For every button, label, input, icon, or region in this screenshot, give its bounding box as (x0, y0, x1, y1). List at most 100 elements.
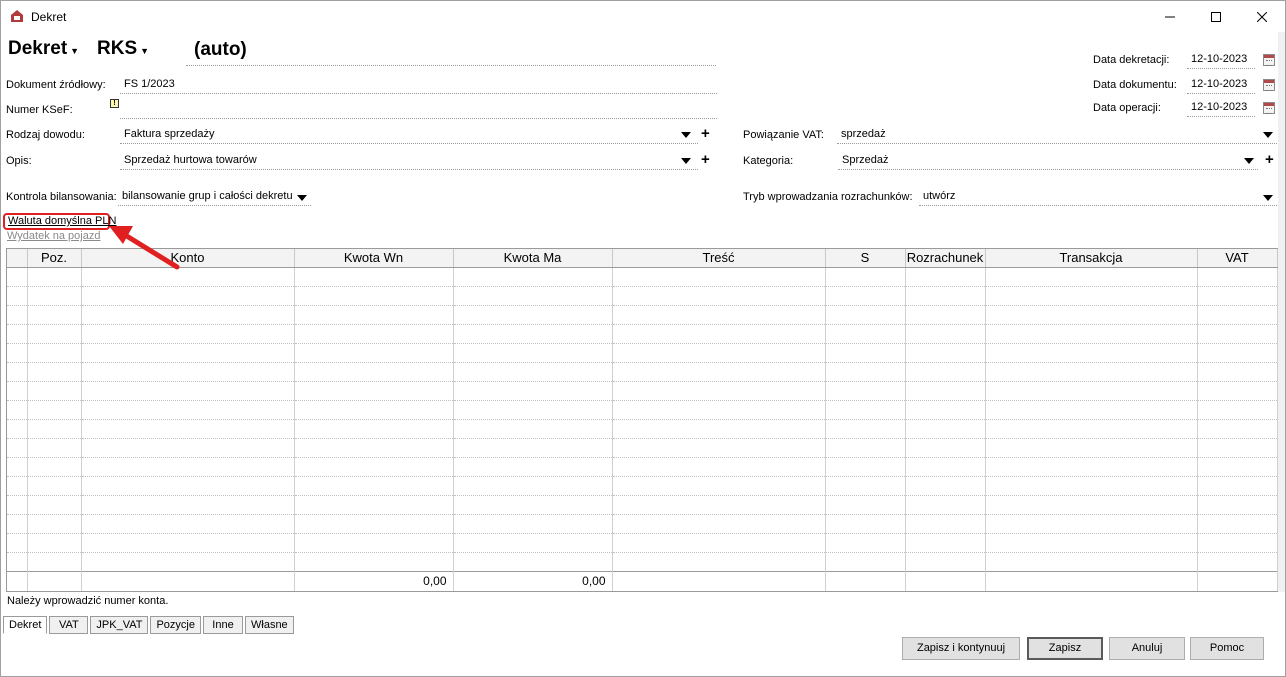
grid-cell[interactable] (453, 514, 613, 534)
grid-cell[interactable] (294, 419, 454, 439)
grid-cell[interactable] (905, 362, 986, 382)
save-button[interactable]: Zapisz (1027, 637, 1103, 660)
grid-cell[interactable] (985, 381, 1198, 401)
grid-cell[interactable] (612, 457, 826, 477)
grid-cell[interactable] (294, 552, 454, 572)
grid-cell[interactable] (81, 362, 295, 382)
grid-cell[interactable] (81, 286, 295, 306)
grid-cell[interactable] (7, 495, 28, 515)
grid-cell[interactable] (825, 457, 906, 477)
table-row[interactable] (7, 476, 1278, 496)
grid-cell[interactable] (612, 400, 826, 420)
table-row[interactable] (7, 362, 1278, 382)
grid-cell[interactable] (612, 552, 826, 572)
table-row[interactable] (7, 438, 1278, 458)
cancel-button[interactable]: Anuluj (1109, 637, 1185, 660)
grid-cell[interactable] (905, 419, 986, 439)
table-row[interactable] (7, 457, 1278, 477)
table-row[interactable] (7, 552, 1278, 572)
grid-cell[interactable] (905, 267, 986, 287)
grid-cell[interactable] (612, 267, 826, 287)
rodzaj-dowodu-select[interactable]: Faktura sprzedaży (120, 126, 698, 144)
tab-inne[interactable]: Inne (203, 616, 243, 634)
grid-cell[interactable] (1197, 381, 1278, 401)
grid-cell[interactable] (7, 457, 28, 477)
grid-cell[interactable] (81, 267, 295, 287)
grid-cell[interactable] (825, 533, 906, 553)
add-opis-icon[interactable]: + (701, 152, 710, 167)
grid-cell[interactable] (27, 533, 82, 553)
grid-cell[interactable] (7, 362, 28, 382)
grid-cell[interactable] (27, 419, 82, 439)
grid-cell[interactable] (7, 533, 28, 553)
grid-cell[interactable] (905, 457, 986, 477)
grid-cell[interactable] (825, 324, 906, 344)
grid-cell[interactable] (985, 457, 1198, 477)
grid-cell[interactable] (453, 457, 613, 477)
grid-cell[interactable] (1197, 267, 1278, 287)
grid-cell[interactable] (27, 476, 82, 496)
grid-cell[interactable] (27, 305, 82, 325)
grid-cell[interactable] (1197, 476, 1278, 496)
grid-cell[interactable] (905, 324, 986, 344)
grid-cell[interactable] (81, 457, 295, 477)
table-row[interactable] (7, 343, 1278, 363)
grid-cell[interactable] (825, 476, 906, 496)
grid-cell[interactable] (453, 305, 613, 325)
grid-cell[interactable] (81, 419, 295, 439)
chevron-down-icon[interactable] (1263, 132, 1273, 138)
tryb-rozrachunkow-select[interactable]: utwórz (919, 188, 1277, 206)
powiazanie-vat-select[interactable]: sprzedaż (837, 126, 1277, 144)
grid-cell[interactable] (27, 381, 82, 401)
grid-cell[interactable] (985, 438, 1198, 458)
data-dekretacji-field[interactable]: 12-10-2023 (1187, 51, 1255, 69)
grid-cell[interactable] (7, 552, 28, 572)
grid-cell[interactable] (985, 552, 1198, 572)
data-operacji-field[interactable]: 12-10-2023 (1187, 99, 1255, 117)
numer-ksef-field[interactable] (120, 101, 717, 119)
grid-cell[interactable] (612, 381, 826, 401)
grid-cell[interactable] (294, 514, 454, 534)
grid-cell[interactable] (81, 533, 295, 553)
tab-pozycje[interactable]: Pozycje (150, 616, 201, 634)
grid-cell[interactable] (905, 476, 986, 496)
grid-cell[interactable] (1197, 400, 1278, 420)
grid-cell[interactable] (294, 267, 454, 287)
grid-cell[interactable] (453, 533, 613, 553)
grid-cell[interactable] (825, 552, 906, 572)
grid-cell[interactable] (294, 305, 454, 325)
grid-cell[interactable] (453, 381, 613, 401)
grid-cell[interactable] (453, 476, 613, 496)
grid-cell[interactable] (612, 343, 826, 363)
opis-select[interactable]: Sprzedaż hurtowa towarów (120, 152, 698, 170)
grid-cell[interactable] (905, 514, 986, 534)
grid-cell[interactable] (27, 286, 82, 306)
grid-cell[interactable] (825, 495, 906, 515)
kategoria-select[interactable]: Sprzedaż (838, 152, 1258, 170)
column-header-kwota-ma[interactable]: Kwota Ma (453, 249, 613, 268)
grid-cell[interactable] (81, 552, 295, 572)
calendar-icon[interactable] (1263, 54, 1275, 66)
tab-jpk-vat[interactable]: JPK_VAT (90, 616, 149, 634)
register-selector[interactable]: RKS ▼ (97, 38, 149, 60)
table-row[interactable] (7, 514, 1278, 534)
grid-cell[interactable] (985, 267, 1198, 287)
grid-cell[interactable] (1197, 552, 1278, 572)
grid-cell[interactable] (612, 476, 826, 496)
grid-cell[interactable] (294, 343, 454, 363)
maximize-button[interactable] (1193, 1, 1239, 32)
grid-cell[interactable] (7, 343, 28, 363)
grid-cell[interactable] (453, 495, 613, 515)
grid-cell[interactable] (294, 457, 454, 477)
grid-cell[interactable] (825, 514, 906, 534)
grid-cell[interactable] (81, 438, 295, 458)
column-header-rozrachunek[interactable]: Rozrachunek (905, 249, 986, 268)
grid-cell[interactable] (985, 514, 1198, 534)
grid-cell[interactable] (27, 343, 82, 363)
grid-cell[interactable] (825, 267, 906, 287)
wydatek-na-pojazd-link[interactable]: Wydatek na pojazd (7, 230, 100, 242)
grid-cell[interactable] (905, 286, 986, 306)
grid-cell[interactable] (27, 514, 82, 534)
grid-cell[interactable] (453, 552, 613, 572)
table-row[interactable] (7, 267, 1278, 287)
